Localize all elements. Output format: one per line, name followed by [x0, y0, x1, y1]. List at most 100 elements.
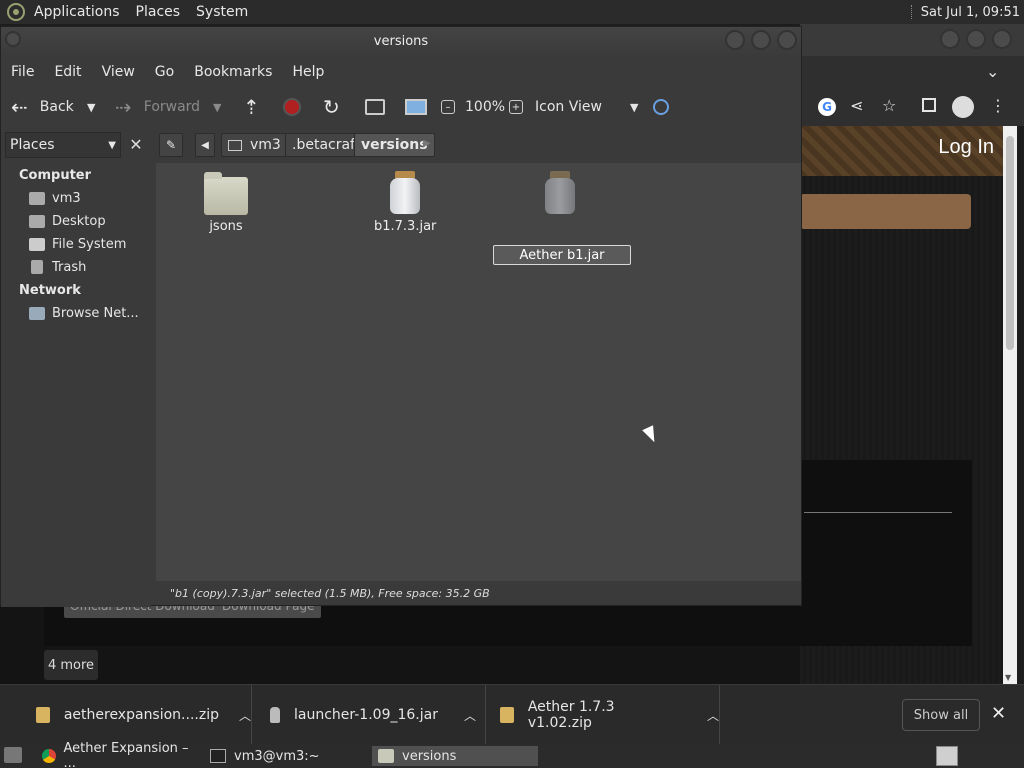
- edit-location-button[interactable]: ✎: [159, 133, 183, 157]
- chevron-down-icon[interactable]: ⌄: [986, 62, 999, 81]
- archive-file-icon: [500, 707, 514, 723]
- drive-icon: [29, 237, 45, 251]
- chevron-up-icon[interactable]: ︿: [464, 707, 476, 724]
- close-button[interactable]: [992, 29, 1012, 49]
- forward-button[interactable]: ⇢ Forward: [115, 87, 200, 127]
- sidebar-item-desktop[interactable]: Desktop: [29, 211, 106, 231]
- maximize-button[interactable]: [751, 30, 771, 50]
- sidebar-type-select[interactable]: Places ▼: [5, 132, 121, 158]
- zoom-level[interactable]: 100%: [465, 87, 505, 127]
- menu-file[interactable]: File: [1, 64, 44, 80]
- download-item[interactable]: aetherexpansion....zip ︿: [22, 685, 252, 745]
- os-logo-icon[interactable]: [6, 2, 26, 22]
- workspace-switcher[interactable]: [936, 746, 958, 766]
- zoom-out-icon: –: [441, 100, 455, 114]
- scrollbar-thumb[interactable]: [1006, 136, 1014, 350]
- kebab-menu-icon[interactable]: ⋮: [990, 96, 1006, 115]
- view-mode-select[interactable]: Icon View ▼: [535, 87, 638, 127]
- minimize-button[interactable]: [725, 30, 745, 50]
- divider: [804, 512, 952, 513]
- browser-toolbar: ⌄ G ⋖ ☆ ⋮: [800, 56, 1024, 126]
- menu-help[interactable]: Help: [282, 64, 334, 80]
- menu-applications[interactable]: Applications: [26, 4, 128, 20]
- top-panel: Applications Places System Sat Jul 1, 09…: [0, 0, 1024, 24]
- sidebar-item-trash[interactable]: Trash: [29, 257, 86, 277]
- file-manager-window: versions File Edit View Go Bookmarks Hel…: [0, 26, 802, 607]
- file-item-b173-jar[interactable]: b1.7.3.jar: [374, 171, 436, 234]
- trash-icon: [31, 260, 43, 274]
- clock[interactable]: Sat Jul 1, 09:51: [910, 0, 1020, 24]
- task-browser[interactable]: Aether Expansion – ...: [36, 741, 200, 768]
- file-item-aether-jar[interactable]: [544, 171, 576, 215]
- site-header: Log In: [800, 126, 1014, 176]
- file-item-jsons[interactable]: jsons: [204, 172, 248, 234]
- show-all-button[interactable]: Show all: [902, 699, 980, 731]
- scroll-down-icon[interactable]: ▼: [1005, 673, 1011, 682]
- chevron-up-icon[interactable]: ︿: [707, 707, 719, 724]
- breadcrumb-right-arrow[interactable]: ▶: [423, 138, 431, 149]
- zoom-out-button[interactable]: –: [441, 87, 455, 127]
- task-terminal[interactable]: vm3@vm3:~: [204, 746, 368, 766]
- rename-input[interactable]: Aether b1.jar: [493, 245, 631, 265]
- login-link[interactable]: Log In: [938, 136, 994, 159]
- archive-file-icon: [36, 707, 50, 723]
- computer-button[interactable]: [405, 87, 427, 127]
- close-icon[interactable]: ✕: [991, 703, 1006, 724]
- sidepanel-icon[interactable]: [922, 98, 936, 112]
- browser-titlebar: [800, 24, 1024, 56]
- more-button[interactable]: 4 more: [44, 650, 98, 680]
- desktop-folder-icon: [29, 214, 45, 228]
- icon-view[interactable]: jsons b1.7.3.jar Aether b1.jar: [156, 163, 801, 581]
- zoom-in-button[interactable]: +: [509, 87, 523, 127]
- star-icon[interactable]: ☆: [882, 96, 896, 115]
- status-bar: "b1 (copy).7.3.jar" selected (1.5 MB), F…: [156, 581, 801, 605]
- home-button[interactable]: [365, 87, 385, 127]
- menu-places[interactable]: Places: [128, 4, 189, 20]
- places-sidebar: Computer vm3 Desktop File System Trash N…: [1, 163, 151, 607]
- show-desktop-icon[interactable]: [4, 747, 22, 763]
- sidebar-item-vm3[interactable]: vm3: [29, 188, 81, 208]
- sidebar-item-filesystem[interactable]: File System: [29, 234, 126, 254]
- task-label: Aether Expansion – ...: [63, 741, 189, 768]
- clock-text: Sat Jul 1, 09:51: [920, 4, 1020, 20]
- network-icon: [29, 306, 45, 320]
- menu-edit[interactable]: Edit: [44, 64, 91, 80]
- menu-bookmarks[interactable]: Bookmarks: [184, 64, 282, 80]
- download-item[interactable]: launcher-1.09_16.jar ︿: [254, 685, 486, 745]
- search-button[interactable]: [653, 87, 669, 127]
- download-item[interactable]: Aether 1.7.3 v1.02.zip ︿: [488, 685, 720, 745]
- menu-view[interactable]: View: [92, 64, 145, 80]
- close-sidebar-icon[interactable]: ✕: [125, 133, 147, 155]
- up-arrow-icon[interactable]: ⇡: [243, 87, 260, 127]
- browser-scrollbar[interactable]: ▼: [1003, 126, 1017, 684]
- maximize-button[interactable]: [966, 29, 986, 49]
- chevron-down-icon: ▼: [629, 100, 639, 114]
- back-button[interactable]: ⇠ Back: [11, 87, 74, 127]
- breadcrumb-left-arrow[interactable]: ◀: [195, 133, 215, 157]
- reload-icon[interactable]: ↻: [323, 87, 340, 127]
- breadcrumb-vm3[interactable]: vm3: [221, 133, 288, 157]
- sidebar-type-label: Places: [10, 137, 55, 153]
- share-icon[interactable]: ⋖: [850, 96, 863, 115]
- fm-titlebar[interactable]: versions: [1, 27, 801, 57]
- sidebar-item-label: vm3: [52, 190, 81, 206]
- stop-button[interactable]: [283, 87, 301, 127]
- menu-go[interactable]: Go: [145, 64, 184, 80]
- forward-arrow-icon: ⇢: [115, 95, 132, 119]
- home-icon: [228, 139, 242, 151]
- sidebar-item-browse-network[interactable]: Browse Net...: [29, 303, 139, 323]
- menu-system[interactable]: System: [188, 4, 256, 20]
- task-file-manager[interactable]: versions: [372, 746, 538, 766]
- minimize-button[interactable]: [940, 29, 960, 49]
- sidebar-item-label: Browse Net...: [52, 305, 139, 321]
- profile-icon[interactable]: [952, 96, 974, 118]
- site-nav-bar: [800, 194, 971, 229]
- close-button[interactable]: [777, 30, 797, 50]
- back-history-dropdown[interactable]: ▼: [87, 87, 95, 127]
- forward-history-dropdown[interactable]: ▼: [213, 87, 221, 127]
- google-icon[interactable]: G: [818, 98, 836, 116]
- jar-icon: [389, 171, 421, 215]
- task-label: versions: [402, 748, 457, 764]
- download-item-name: aetherexpansion....zip: [63, 707, 219, 723]
- chevron-up-icon[interactable]: ︿: [239, 707, 251, 724]
